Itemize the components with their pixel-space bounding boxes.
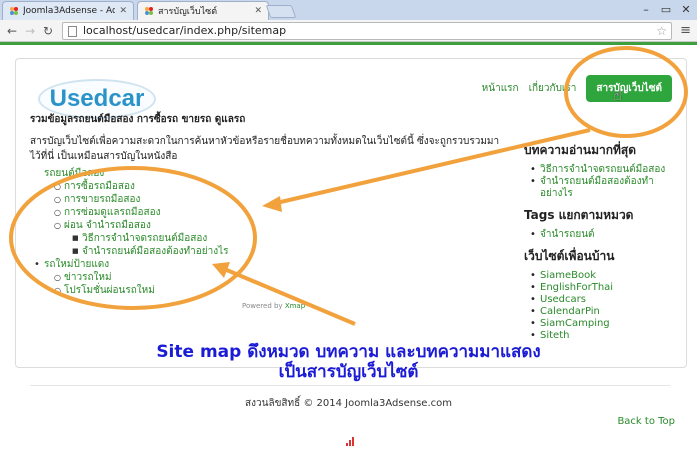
tags-heading: Tags แยกตามหมวด bbox=[524, 208, 634, 222]
caption-line-1: Site map ดึงหมวด บทความ และบทความมาแสดง bbox=[156, 342, 541, 362]
powered-by-text: Powered by bbox=[242, 302, 283, 310]
main-nav: หน้าแรก เกี่ยวกับเรา สารบัญเว็บไซต์ ☝ bbox=[482, 75, 672, 104]
friend-link[interactable]: EnglishForThai bbox=[540, 282, 613, 293]
friend-link[interactable]: SiamCamping bbox=[540, 318, 610, 329]
tab-joomla-admin[interactable]: Joomla3Adsense - Admini ✕ bbox=[2, 1, 134, 20]
sidebar: บทความอ่านมากที่สุด วิธีการจำนำจดรถยนต์ม… bbox=[524, 139, 680, 348]
browser-toolbar: ← → ↻ localhost/usedcar/index.php/sitema… bbox=[0, 20, 697, 42]
nav-sitemap-button[interactable]: สารบัญเว็บไซต์ ☝ bbox=[586, 75, 672, 104]
tab-label: สารบัญเว็บไซต์ bbox=[158, 7, 218, 17]
list-item: Usedcars bbox=[524, 294, 680, 306]
sitemap-tree: รถยนต์มือสอง การซื้อรถมือสอง การขายรถมือ… bbox=[34, 167, 228, 297]
sitemap-item: การซ่อมดูแลรถมือสอง bbox=[34, 206, 228, 219]
sitemap-link[interactable]: การขายรถมือสอง bbox=[64, 194, 140, 205]
friend-link[interactable]: Siteth bbox=[540, 330, 569, 341]
popular-list: วิธีการจำนำจดรถยนต์มือสอง จำนำรถยนต์มือส… bbox=[524, 164, 680, 200]
new-tab-button[interactable] bbox=[265, 5, 297, 18]
list-item: Siteth bbox=[524, 330, 680, 342]
popular-link[interactable]: วิธีการจำนำจดรถยนต์มือสอง bbox=[540, 164, 665, 175]
joomla-icon bbox=[145, 7, 153, 15]
reload-icon[interactable]: ↻ bbox=[40, 23, 56, 39]
content-card: Usedcar รวมข้อมูลรถยนต์มือสอง การซื้อรถ … bbox=[15, 58, 687, 368]
back-to-top-link[interactable]: Back to Top bbox=[617, 416, 675, 427]
web-page: Usedcar รวมข้อมูลรถยนต์มือสอง การซื้อรถ … bbox=[0, 45, 697, 458]
sitemap-article: จำนำรถยนต์มือสองต้องทำอย่างไร bbox=[34, 245, 228, 258]
friends-list: SiameBook EnglishForThai Usedcars Calend… bbox=[524, 270, 680, 342]
address-bar[interactable]: localhost/usedcar/index.php/sitemap ☆ bbox=[62, 22, 672, 40]
nav-home[interactable]: หน้าแรก bbox=[482, 81, 519, 96]
copyright-text: สงวนลิขสิทธิ์ © 2014 Joomla3Adsense.com bbox=[245, 398, 452, 409]
friend-link[interactable]: SiameBook bbox=[540, 270, 596, 281]
sitemap-link[interactable]: ข่าวรถใหม่ bbox=[64, 272, 112, 283]
sitemap-group: รถยนต์มือสอง bbox=[34, 167, 228, 180]
forward-arrow-icon[interactable]: → bbox=[22, 23, 38, 39]
sitemap-article: วิธีการจำนำจดรถยนต์มือสอง bbox=[34, 232, 228, 245]
page-icon bbox=[68, 26, 77, 37]
sitemap-link[interactable]: โปรโมชั่นผ่อนรถใหม่ bbox=[64, 285, 155, 296]
sitemap-link[interactable]: จำนำรถยนต์มือสองต้องทำอย่างไร bbox=[82, 246, 228, 257]
list-item: EnglishForThai bbox=[524, 282, 680, 294]
friends-heading: เว็บไซต์เพื่อนบ้าน bbox=[524, 249, 615, 263]
joomla-icon bbox=[10, 7, 18, 15]
sitemap-link[interactable]: การซ่อมดูแลรถมือสอง bbox=[64, 207, 161, 218]
list-item: CalendarPin bbox=[524, 306, 680, 318]
sitemap-link[interactable]: การซื้อรถมือสอง bbox=[64, 181, 135, 192]
tab-sitemap[interactable]: สารบัญเว็บไซต์ ✕ bbox=[137, 1, 269, 20]
browser-tab-strip: Joomla3Adsense - Admini ✕ สารบัญเว็บไซต์… bbox=[0, 0, 697, 20]
nav-about[interactable]: เกี่ยวกับเรา bbox=[529, 81, 577, 96]
list-item: จำนำรถยนต์มือสองต้องทำอย่างไร bbox=[524, 176, 680, 200]
close-tab-icon[interactable]: ✕ bbox=[119, 6, 127, 16]
list-item: SiamCamping bbox=[524, 318, 680, 330]
list-item: SiameBook bbox=[524, 270, 680, 282]
annotation-caption: Site map ดึงหมวด บทความ และบทความมาแสดง … bbox=[0, 342, 697, 382]
sitemap-link[interactable]: ผ่อน จำนำรถมือสอง bbox=[64, 220, 151, 231]
back-arrow-icon[interactable]: ← bbox=[4, 23, 20, 39]
sitemap-item: ผ่อน จำนำรถมือสอง bbox=[34, 219, 228, 232]
popular-heading: บทความอ่านมากที่สุด bbox=[524, 143, 637, 157]
footer-divider bbox=[30, 385, 670, 386]
tab-label: Joomla3Adsense - Admini bbox=[23, 6, 115, 16]
site-tagline: รวมข้อมูลรถยนต์มือสอง การซื้อรถ ขายรถ ดู… bbox=[30, 114, 246, 125]
sitemap-group: รถใหม่ป้ายแดง bbox=[34, 258, 228, 271]
caption-line-2: เป็นสารบัญเว็บไซต์ bbox=[278, 362, 419, 382]
sitemap-item: ข่าวรถใหม่ bbox=[34, 271, 228, 284]
friend-link[interactable]: CalendarPin bbox=[540, 306, 600, 317]
stats-icon bbox=[346, 437, 354, 446]
url-text: localhost/usedcar/index.php/sitemap bbox=[83, 24, 287, 37]
list-item: จำนำรถยนต์ bbox=[524, 229, 680, 241]
sitemap-item: การขายรถมือสอง bbox=[34, 193, 228, 206]
menu-icon[interactable]: ≡ bbox=[680, 23, 691, 39]
tag-link[interactable]: จำนำรถยนต์ bbox=[540, 229, 595, 240]
maximize-icon[interactable]: ▭ bbox=[659, 3, 673, 16]
close-tab-icon[interactable]: ✕ bbox=[254, 6, 262, 16]
bookmark-star-icon[interactable]: ☆ bbox=[656, 23, 667, 39]
close-window-icon[interactable]: ✕ bbox=[679, 3, 693, 16]
nav-sitemap-label: สารบัญเว็บไซต์ bbox=[596, 83, 662, 94]
sitemap-link[interactable]: รถใหม่ป้ายแดง bbox=[44, 259, 109, 270]
powered-by: Powered by Xmap bbox=[242, 302, 305, 310]
tags-list: จำนำรถยนต์ bbox=[524, 229, 680, 241]
friend-link[interactable]: Usedcars bbox=[540, 294, 586, 305]
sitemap-link[interactable]: วิธีการจำนำจดรถยนต์มือสอง bbox=[82, 233, 207, 244]
sitemap-item: โปรโมชั่นผ่อนรถใหม่ bbox=[34, 284, 228, 297]
minimize-icon[interactable]: – bbox=[639, 3, 653, 16]
xmap-link[interactable]: Xmap bbox=[285, 302, 305, 310]
window-controls: – ▭ ✕ bbox=[639, 0, 693, 18]
popular-link[interactable]: จำนำรถยนต์มือสองต้องทำอย่างไร bbox=[540, 176, 654, 199]
back-to-top: Back to Top bbox=[617, 416, 675, 427]
sitemap-item: การซื้อรถมือสอง bbox=[34, 180, 228, 193]
sitemap-link[interactable]: รถยนต์มือสอง bbox=[44, 168, 104, 179]
sitemap-intro: สารบัญเว็บไซต์เพื่อความสะดวกในการค้นหาหั… bbox=[30, 136, 500, 162]
list-item: วิธีการจำนำจดรถยนต์มือสอง bbox=[524, 164, 680, 176]
hand-cursor-icon: ☝ bbox=[613, 88, 622, 104]
